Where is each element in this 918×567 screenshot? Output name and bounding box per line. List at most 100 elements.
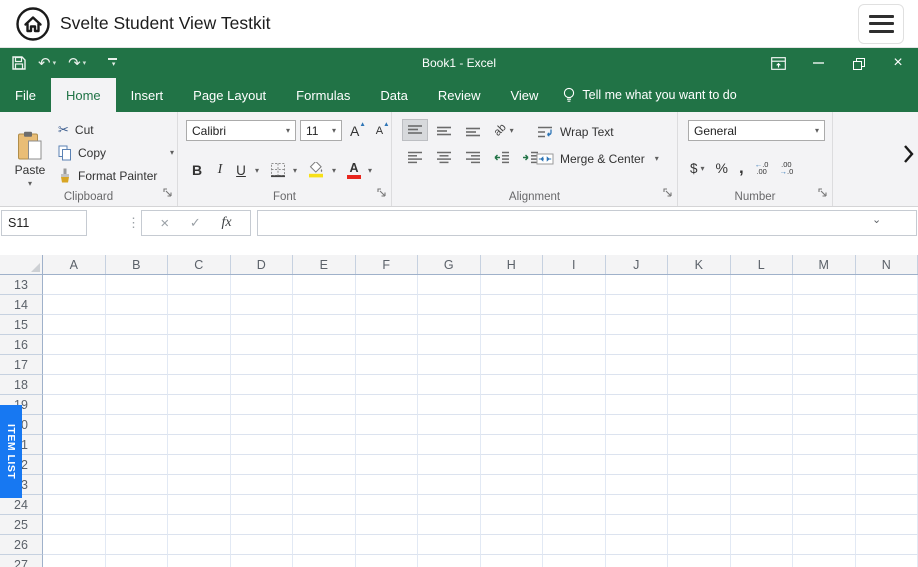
cell-N23[interactable] [856, 475, 918, 495]
cell-D25[interactable] [231, 515, 294, 535]
cell-K22[interactable] [668, 455, 731, 475]
cell-N16[interactable] [856, 335, 918, 355]
cell-A23[interactable] [43, 475, 106, 495]
cell-N21[interactable] [856, 435, 918, 455]
cell-A15[interactable] [43, 315, 106, 335]
cell-B14[interactable] [106, 295, 169, 315]
align-middle-button[interactable] [431, 119, 457, 141]
cell-A22[interactable] [43, 455, 106, 475]
cell-M16[interactable] [793, 335, 856, 355]
cell-H27[interactable] [481, 555, 544, 567]
cell-N17[interactable] [856, 355, 918, 375]
cell-C24[interactable] [168, 495, 231, 515]
cell-J17[interactable] [606, 355, 669, 375]
row-header-17[interactable]: 17 [0, 355, 43, 375]
home-button[interactable] [14, 5, 52, 43]
cell-J22[interactable] [606, 455, 669, 475]
fill-color-button[interactable] [308, 162, 325, 178]
cell-H15[interactable] [481, 315, 544, 335]
cell-E23[interactable] [293, 475, 356, 495]
paste-button[interactable]: Paste ▾ [6, 118, 54, 200]
cell-G13[interactable] [418, 275, 481, 295]
number-format-select[interactable]: General ▾ [688, 120, 825, 141]
decrease-indent-button[interactable] [489, 146, 515, 168]
cell-I23[interactable] [543, 475, 606, 495]
cell-M23[interactable] [793, 475, 856, 495]
cell-B17[interactable] [106, 355, 169, 375]
cell-F18[interactable] [356, 375, 419, 395]
cell-D13[interactable] [231, 275, 294, 295]
align-center-button[interactable] [431, 146, 457, 168]
fill-color-dropdown-icon[interactable]: ▾ [332, 166, 336, 175]
column-header-M[interactable]: M [793, 255, 856, 274]
restore-button[interactable] [838, 48, 878, 78]
cell-J20[interactable] [606, 415, 669, 435]
cell-B20[interactable] [106, 415, 169, 435]
format-painter-button[interactable]: Format Painter [58, 165, 174, 186]
cell-E21[interactable] [293, 435, 356, 455]
cell-L24[interactable] [731, 495, 794, 515]
cell-E25[interactable] [293, 515, 356, 535]
number-dialog-launcher[interactable] [818, 184, 827, 202]
cell-F26[interactable] [356, 535, 419, 555]
minimize-button[interactable] [798, 48, 838, 78]
cell-L23[interactable] [731, 475, 794, 495]
cell-K17[interactable] [668, 355, 731, 375]
column-header-B[interactable]: B [106, 255, 169, 274]
font-dialog-launcher[interactable] [377, 184, 386, 202]
cell-C18[interactable] [168, 375, 231, 395]
cell-M14[interactable] [793, 295, 856, 315]
alignment-dialog-launcher[interactable] [663, 184, 672, 202]
cell-K20[interactable] [668, 415, 731, 435]
cell-L26[interactable] [731, 535, 794, 555]
cell-G22[interactable] [418, 455, 481, 475]
cell-L19[interactable] [731, 395, 794, 415]
cell-C26[interactable] [168, 535, 231, 555]
cell-D27[interactable] [231, 555, 294, 567]
cell-A16[interactable] [43, 335, 106, 355]
cell-M22[interactable] [793, 455, 856, 475]
comma-style-button[interactable]: , [739, 158, 744, 178]
merge-center-button[interactable]: Merge & Center ▾ [536, 148, 659, 169]
tab-file[interactable]: File [0, 78, 51, 112]
tab-formulas[interactable]: Formulas [281, 78, 365, 112]
cell-K26[interactable] [668, 535, 731, 555]
cell-C16[interactable] [168, 335, 231, 355]
cell-L13[interactable] [731, 275, 794, 295]
cell-A21[interactable] [43, 435, 106, 455]
redo-button[interactable]: ↷ ▾ [64, 54, 90, 73]
cell-M20[interactable] [793, 415, 856, 435]
cell-L17[interactable] [731, 355, 794, 375]
cell-I13[interactable] [543, 275, 606, 295]
cell-L25[interactable] [731, 515, 794, 535]
borders-button[interactable] [270, 162, 286, 178]
column-header-H[interactable]: H [481, 255, 544, 274]
cell-G23[interactable] [418, 475, 481, 495]
column-header-A[interactable]: A [43, 255, 106, 274]
cell-B23[interactable] [106, 475, 169, 495]
cell-C21[interactable] [168, 435, 231, 455]
cell-J24[interactable] [606, 495, 669, 515]
cell-E18[interactable] [293, 375, 356, 395]
cell-E20[interactable] [293, 415, 356, 435]
cell-L21[interactable] [731, 435, 794, 455]
cell-E14[interactable] [293, 295, 356, 315]
cell-I22[interactable] [543, 455, 606, 475]
tab-insert[interactable]: Insert [116, 78, 179, 112]
cell-F14[interactable] [356, 295, 419, 315]
increase-decimal-button[interactable]: ←.0 .00 [755, 161, 769, 175]
grow-font-button[interactable]: A▲ [350, 123, 366, 139]
undo-button[interactable]: ↶ ▾ [34, 54, 60, 73]
cell-B22[interactable] [106, 455, 169, 475]
cell-J21[interactable] [606, 435, 669, 455]
tab-review[interactable]: Review [423, 78, 496, 112]
cell-I16[interactable] [543, 335, 606, 355]
cell-E24[interactable] [293, 495, 356, 515]
column-header-G[interactable]: G [418, 255, 481, 274]
cell-L15[interactable] [731, 315, 794, 335]
row-header-26[interactable]: 26 [0, 535, 43, 555]
cell-A17[interactable] [43, 355, 106, 375]
cell-J18[interactable] [606, 375, 669, 395]
cell-K15[interactable] [668, 315, 731, 335]
column-header-D[interactable]: D [231, 255, 294, 274]
